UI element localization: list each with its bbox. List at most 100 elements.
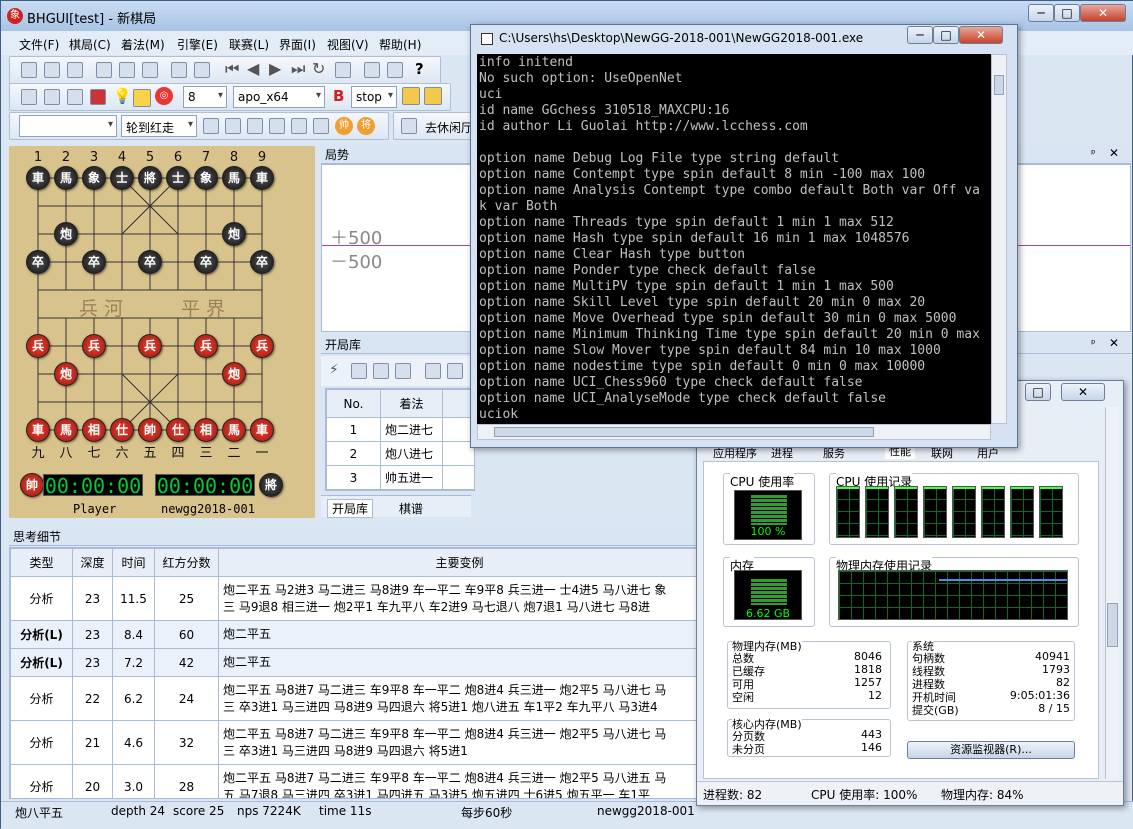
black-piece[interactable]: 卒 xyxy=(138,250,162,274)
black-piece[interactable]: 士 xyxy=(110,166,134,190)
grid-icon[interactable] xyxy=(401,118,417,134)
piece-tool-4-icon[interactable] xyxy=(269,118,285,134)
red-piece[interactable]: 車 xyxy=(250,418,274,442)
black-piece[interactable]: 炮 xyxy=(54,222,78,246)
piece-tool-3-icon[interactable] xyxy=(247,118,263,134)
console-close-button[interactable]: ✕ xyxy=(959,26,1003,44)
piece-tool-6-icon[interactable] xyxy=(313,118,329,134)
black-piece[interactable]: 卒 xyxy=(26,250,50,274)
piece-tool-1-icon[interactable] xyxy=(203,118,219,134)
red-piece[interactable]: 馬 xyxy=(54,418,78,442)
openbook-row[interactable]: 1 炮二进七 xyxy=(326,417,474,442)
cannon-tool-icon[interactable]: 帅 xyxy=(335,117,353,135)
edit-board-icon[interactable] xyxy=(194,62,210,78)
black-piece[interactable]: 象 xyxy=(194,166,218,190)
next-move-icon[interactable]: ▶ xyxy=(269,59,281,78)
console-vscroll[interactable] xyxy=(991,54,1007,424)
red-piece[interactable]: 兵 xyxy=(82,334,106,358)
lock-icon[interactable] xyxy=(373,363,389,379)
openbook-pin-icon[interactable]: ᵖ xyxy=(1091,337,1096,350)
copy-icon[interactable] xyxy=(119,62,135,78)
close-button[interactable]: ✕ xyxy=(1080,4,1126,22)
analysis-row[interactable]: 分析 21 4.6 32 炮二平五 马8进7 马二进三 车9平8 车一平二 炮8进4 兵… xyxy=(10,720,698,765)
tm-maximize-button[interactable]: □ xyxy=(1025,383,1051,401)
red-piece[interactable]: 仕 xyxy=(110,418,134,442)
hint-bulb-icon[interactable]: 💡 xyxy=(113,87,132,105)
red-piece[interactable]: 兵 xyxy=(26,334,50,358)
tm-scroll-thumb[interactable] xyxy=(1107,603,1118,647)
menu-file[interactable]: 文件(F) xyxy=(19,36,59,53)
console-output[interactable]: info initend No such option: UseOpenNet uc… xyxy=(477,54,991,424)
console-minimize-button[interactable]: ─ xyxy=(907,26,933,44)
open-icon[interactable] xyxy=(44,62,60,78)
tm-scrollbar[interactable] xyxy=(1105,407,1119,779)
red-piece[interactable]: 帥 xyxy=(138,418,162,442)
layout-icon[interactable] xyxy=(387,62,403,78)
flip-icon[interactable] xyxy=(335,62,351,78)
minimize-button[interactable]: ─ xyxy=(1028,4,1054,22)
engine-settings-icon[interactable] xyxy=(44,89,60,105)
red-piece[interactable]: 相 xyxy=(82,418,106,442)
piece-tool-5-icon[interactable] xyxy=(291,118,307,134)
resource-monitor-button[interactable]: 资源监视器(R)... xyxy=(907,741,1075,759)
red-piece[interactable]: 車 xyxy=(26,418,50,442)
first-move-icon[interactable]: ⏮ xyxy=(225,59,239,79)
black-piece[interactable]: 士 xyxy=(166,166,190,190)
red-piece[interactable]: 兵 xyxy=(194,334,218,358)
tm-close-button[interactable]: ✕ xyxy=(1061,383,1105,401)
openbook-row[interactable]: 2 炮八进七 xyxy=(326,441,474,466)
paste-icon[interactable] xyxy=(142,62,158,78)
black-piece[interactable]: 馬 xyxy=(54,166,78,190)
print-icon[interactable] xyxy=(364,62,380,78)
last-move-icon[interactable]: ⏭ xyxy=(291,59,305,79)
analysis-row[interactable]: 分析 23 11.5 25 炮二平五 马2进3 马二进三 马8进9 车一平二 车9平8 … xyxy=(10,576,698,621)
black-piece[interactable]: 卒 xyxy=(82,250,106,274)
save-icon[interactable] xyxy=(67,62,83,78)
red-piece[interactable]: 仕 xyxy=(166,418,190,442)
openbook-close-icon[interactable]: ✕ xyxy=(1109,336,1119,350)
search-icon[interactable] xyxy=(133,89,151,107)
load-engine-icon[interactable] xyxy=(21,89,37,105)
red-piece[interactable]: 兵 xyxy=(138,334,162,358)
menu-engine[interactable]: 引擎(E) xyxy=(177,36,218,53)
help-icon[interactable]: ? xyxy=(415,60,424,78)
analysis-row[interactable]: 分析 22 6.2 24 炮二平五 马8进7 马二进三 车9平8 车一平二 炮8进4 兵… xyxy=(10,676,698,721)
console-maximize-button[interactable]: □ xyxy=(933,26,959,44)
trend-close-icon[interactable]: ✕ xyxy=(1109,146,1119,160)
stop-select[interactable]: stop xyxy=(351,86,397,108)
red-piece[interactable]: 相 xyxy=(194,418,218,442)
general-tool-icon[interactable]: 将 xyxy=(357,117,375,135)
menu-move[interactable]: 着法(M) xyxy=(121,36,165,53)
lightning-icon[interactable]: ⚡ xyxy=(329,362,339,378)
piece-tool-2-icon[interactable] xyxy=(225,118,241,134)
monitor-icon[interactable] xyxy=(67,89,83,105)
red-piece[interactable]: 炮 xyxy=(54,362,78,386)
chess-board[interactable]: 兵河 平界 123456789 九八七六五四三二一 車車馬馬象相士仕將帥士仕象相… xyxy=(9,146,315,466)
black-piece[interactable]: 卒 xyxy=(194,250,218,274)
prev-move-icon[interactable]: ◀ xyxy=(247,59,259,78)
target-icon[interactable]: ◎ xyxy=(155,87,173,105)
red-flag-icon[interactable] xyxy=(90,89,106,105)
menu-interface[interactable]: 界面(I) xyxy=(279,36,316,53)
trend-pin-icon[interactable]: ᵖ xyxy=(1091,147,1096,160)
black-piece[interactable]: 馬 xyxy=(222,166,246,190)
rest-hall-link[interactable]: 去休闲厅 xyxy=(425,119,473,136)
undo-icon[interactable]: ↻ xyxy=(312,59,325,78)
console-hscroll-thumb[interactable] xyxy=(494,427,874,437)
turn-select[interactable]: 轮到红走 xyxy=(121,115,197,137)
analysis-row[interactable]: 分析 20 3.0 28 炮二平五 马8进7 马二进三 车9平8 车一平二 炮8进4 兵… xyxy=(10,764,698,798)
engine-select[interactable]: apo_x64 xyxy=(233,86,325,108)
menu-league[interactable]: 联赛(L) xyxy=(229,36,269,53)
depth-select[interactable]: 8 xyxy=(183,86,227,108)
console-hscroll[interactable] xyxy=(477,424,991,440)
maximize-button[interactable]: □ xyxy=(1054,4,1080,22)
black-piece[interactable]: 卒 xyxy=(250,250,274,274)
cut-icon[interactable] xyxy=(96,62,112,78)
console-vscroll-thumb[interactable] xyxy=(994,75,1004,95)
menu-game[interactable]: 棋局(C) xyxy=(69,36,111,53)
list-icon[interactable] xyxy=(351,363,367,379)
position-select[interactable] xyxy=(19,115,117,137)
tab-gamebook[interactable]: 棋谱 xyxy=(399,500,423,517)
export-icon[interactable] xyxy=(447,363,463,379)
black-piece[interactable]: 車 xyxy=(250,166,274,190)
